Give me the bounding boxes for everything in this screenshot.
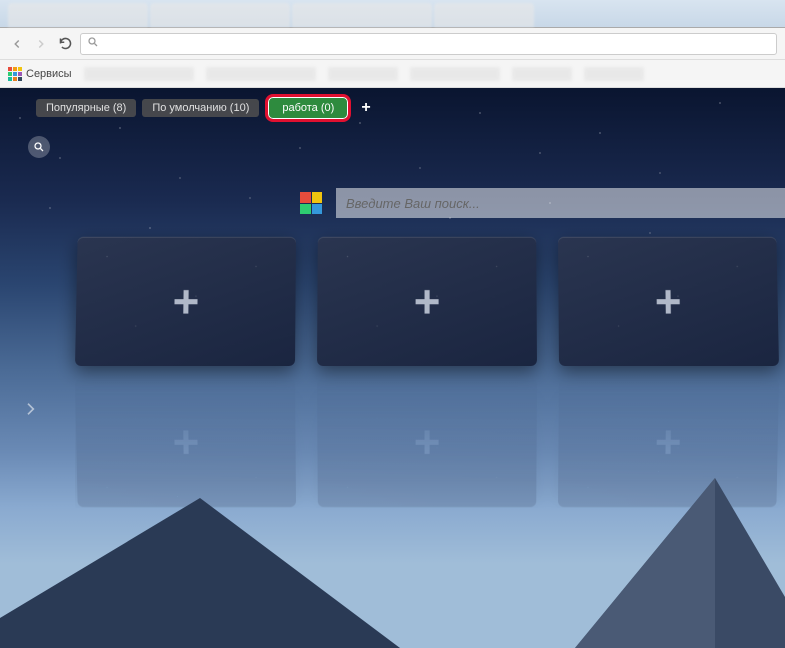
apps-bookmark[interactable]: Сервисы (8, 67, 72, 81)
apps-icon (8, 67, 22, 81)
group-tab-default[interactable]: По умолчанию (10) (142, 99, 259, 117)
bookmark-item[interactable] (84, 67, 194, 81)
group-tab-popular[interactable]: Популярные (8) (36, 99, 136, 117)
scroll-right-arrow[interactable] (22, 398, 38, 426)
speed-dial-tiles: + + + (75, 236, 785, 366)
add-tile[interactable]: + (75, 237, 296, 366)
browser-tab[interactable] (150, 3, 290, 27)
search-engine-logo (300, 192, 322, 214)
bookmark-item[interactable] (512, 67, 572, 81)
group-tabs: Популярные (8) По умолчанию (10) работа … (36, 94, 375, 122)
bookmark-item[interactable] (206, 67, 316, 81)
bookmark-item[interactable] (328, 67, 398, 81)
group-tab-work[interactable]: работа (0) (265, 94, 351, 122)
mountain-background (0, 498, 785, 648)
bookmark-item[interactable] (410, 67, 500, 81)
browser-tab[interactable] (434, 3, 534, 27)
apps-label: Сервисы (26, 68, 72, 80)
add-tile[interactable]: + (317, 237, 537, 366)
plus-icon: + (654, 278, 681, 324)
search-icon (87, 36, 99, 51)
browser-tab[interactable] (8, 3, 148, 27)
bookmarks-bar: Сервисы (0, 60, 785, 88)
add-tile[interactable]: + (558, 237, 779, 366)
search-icon (33, 141, 45, 153)
plus-icon: + (414, 278, 441, 324)
search-toggle-button[interactable] (28, 136, 50, 158)
reload-button[interactable] (56, 35, 74, 53)
address-bar[interactable] (80, 33, 777, 55)
new-tab-content: Популярные (8) По умолчанию (10) работа … (0, 88, 785, 648)
browser-tabs-bar (0, 0, 785, 28)
search-section (300, 188, 785, 218)
browser-tab[interactable] (292, 3, 432, 27)
plus-icon: + (172, 278, 199, 324)
bookmark-item[interactable] (584, 67, 644, 81)
forward-button[interactable] (32, 35, 50, 53)
search-input[interactable] (336, 188, 785, 218)
add-group-button[interactable]: + (357, 99, 374, 117)
back-button[interactable] (8, 35, 26, 53)
navigation-bar (0, 28, 785, 60)
